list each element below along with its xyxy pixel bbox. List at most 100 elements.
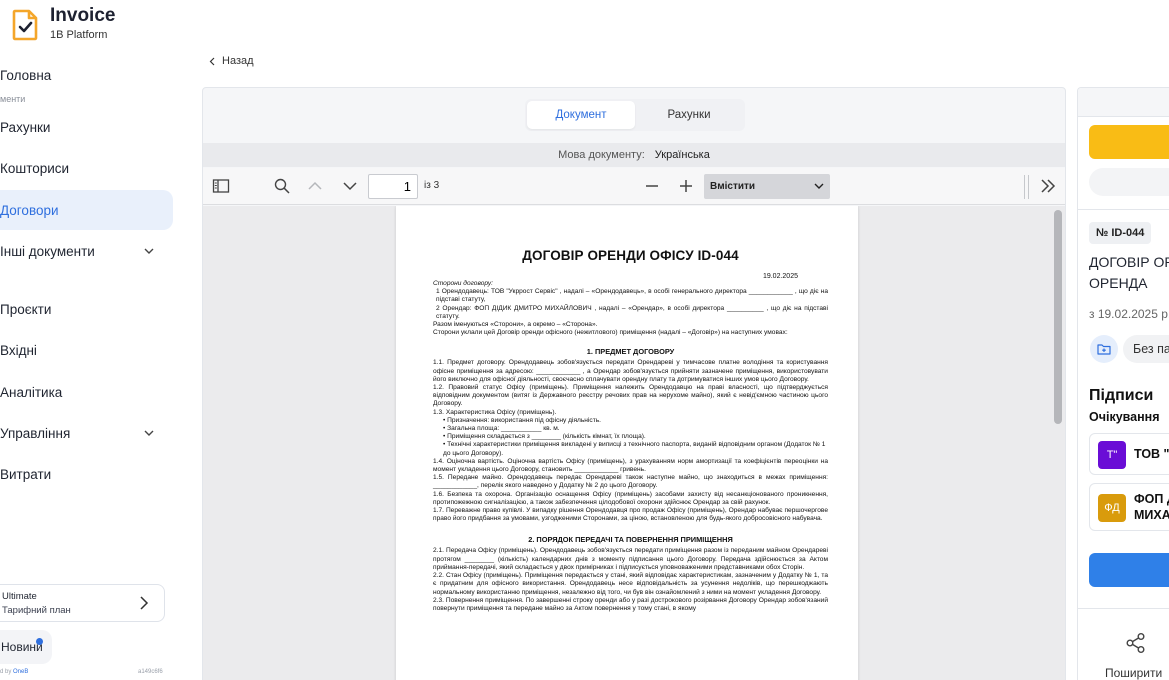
- chevron-up-icon[interactable]: [306, 177, 324, 195]
- primary-action-button[interactable]: [1089, 125, 1169, 159]
- zoom-in-icon[interactable]: [677, 177, 695, 195]
- sidebar-item-label: Проєкти: [0, 301, 52, 317]
- back-label: Назад: [222, 55, 254, 67]
- signer-name: ФОП ДІДИК ДМИТРО: [1134, 492, 1169, 506]
- document-name-line: ОРЕНДА: [1089, 275, 1148, 291]
- sidebar-item-label: Аналітика: [0, 384, 63, 400]
- chevron-down-icon: [144, 248, 154, 254]
- document-date-label: з 19.02.2025 р.: [1089, 307, 1169, 321]
- zoom-out-icon[interactable]: [643, 177, 661, 195]
- sidebar-nav: Головна менти Рахунки Кошториси Договори…: [0, 55, 190, 494]
- zoom-value: Вмістити: [710, 181, 756, 192]
- signer-card[interactable]: ФД ФОП ДІДИК ДМИТРО МИХАЙЛОВИЧ: [1089, 483, 1169, 531]
- document-line: 2.1. Передача Офісу (приміщень). Орендод…: [433, 547, 828, 571]
- document-title: ДОГОВІР ОРЕНДИ ОФІСУ ID-044: [522, 248, 739, 263]
- back-link[interactable]: Назад: [209, 55, 254, 67]
- sidebar-item-home[interactable]: Головна: [0, 55, 173, 95]
- chevron-down-icon[interactable]: [341, 177, 359, 195]
- brand-title: Invoice: [50, 5, 116, 26]
- zoom-select[interactable]: Вмістити: [704, 174, 830, 199]
- tab-invoices[interactable]: Рахунки: [635, 101, 743, 129]
- plan-card[interactable]: Ultimate Тарифний план: [0, 584, 165, 622]
- document-section-heading: 1. ПРЕДМЕТ ДОГОВОРУ: [586, 347, 675, 357]
- document-line: 2.3. Повернення приміщення. По завершенн…: [433, 596, 828, 612]
- document-line: 1.3. Характеристика Офісу (приміщень).: [433, 408, 557, 416]
- toolbar-separator: [1028, 175, 1029, 199]
- chevron-right-icon: [140, 596, 149, 610]
- sidebar-item-label: Вхідні: [0, 342, 37, 358]
- search-icon[interactable]: [273, 177, 291, 195]
- document-date: 19.02.2025: [762, 273, 798, 280]
- chevron-down-icon: [814, 183, 824, 189]
- language-bar: Мова документу: Українська: [203, 143, 1065, 167]
- share-icon[interactable]: [1125, 632, 1147, 654]
- divider: [1078, 209, 1169, 210]
- document-viewer: Документ Рахунки Мова документу: Українс…: [202, 87, 1066, 680]
- double-chevron-right-icon[interactable]: [1039, 177, 1057, 195]
- folder-button[interactable]: [1090, 335, 1118, 363]
- document-line: 2 Орендар: ФОП ДІДИК ДМИТРО МИХАЙЛОВИЧ ,…: [436, 304, 828, 320]
- powered-prefix: d by: [0, 669, 12, 675]
- folder-chip[interactable]: Без папки: [1123, 335, 1169, 363]
- document-section-heading: 2. ПОРЯДОК ПЕРЕДАЧІ ТА ПОВЕРНЕННЯ ПРИМІЩ…: [528, 535, 733, 545]
- waiting-label: Очікування: [1089, 410, 1160, 424]
- document-line: Разом іменуються «Сторони», а окремо – «…: [433, 321, 598, 329]
- share-label[interactable]: Поширити: [1105, 666, 1162, 680]
- chevron-left-icon: [209, 57, 215, 65]
- signer-name: МИХАЙЛОВИЧ: [1134, 508, 1169, 522]
- news-button[interactable]: Новини: [0, 630, 52, 664]
- sidebar-item-label: Договори: [0, 202, 59, 218]
- signer-card[interactable]: Т" ТОВ "Укррост Сервіс": [1089, 433, 1169, 475]
- sidebar-item-invoices[interactable]: Рахунки: [0, 107, 173, 147]
- powered-by: d by OneB: [0, 669, 28, 675]
- document-bullet: • Технічні характеристики приміщення вик…: [443, 441, 826, 457]
- sidebar-item-other-documents[interactable]: Інші документи: [0, 231, 173, 271]
- notification-dot: [36, 638, 43, 645]
- document-area[interactable]: ДОГОВІР ОРЕНДИ ОФІСУ ID-044 19.02.2025 С…: [203, 206, 1065, 680]
- sidebar-item-projects[interactable]: Проєкти: [0, 289, 173, 329]
- document-line: 1.5. Передане майно. Орендодавець переда…: [433, 474, 828, 490]
- bullet-text: Загальна площа: ___________ кв. м.: [447, 425, 560, 433]
- brand-subtitle: 1B Platform: [50, 29, 108, 41]
- tab-document[interactable]: Документ: [527, 101, 635, 129]
- divider: [1078, 608, 1169, 609]
- document-line: Сторони договору:: [433, 280, 494, 287]
- powered-brand: OneB: [13, 669, 29, 675]
- document-name: ДОГОВІР ОРЕНДИ ОФІСУ ОРЕНДА: [1089, 252, 1169, 294]
- viewer-tabs: Документ Рахунки: [525, 99, 745, 131]
- chevron-down-icon: [144, 430, 154, 436]
- signatures-heading: Підписи: [1089, 387, 1154, 404]
- document-page: ДОГОВІР ОРЕНДИ ОФІСУ ID-044 19.02.2025 С…: [396, 206, 858, 680]
- folder-plus-icon: [1097, 344, 1111, 355]
- page-number-input[interactable]: [368, 174, 418, 199]
- sidebar-item-label: Інші документи: [0, 243, 95, 259]
- brand[interactable]: Invoice 1B Platform: [12, 6, 115, 41]
- page-total: із 3: [424, 180, 440, 191]
- sidebar-item-expenses[interactable]: Витрати: [0, 454, 173, 494]
- sidebar-item-contracts[interactable]: Договори: [0, 190, 173, 230]
- document-line: Сторони уклали цей Договір оренди офісно…: [433, 329, 788, 337]
- sidebar-item-label: Витрати: [0, 466, 52, 482]
- sidebar-item-analytics[interactable]: Аналітика: [0, 372, 173, 412]
- sidebar-item-label: Рахунки: [0, 119, 51, 135]
- sign-button[interactable]: [1089, 553, 1169, 587]
- signer-name: ТОВ "Укррост Сервіс": [1134, 447, 1169, 461]
- sidebar-toggle-icon[interactable]: [212, 177, 230, 195]
- bullet-text: Призначення: використання під офісну дія…: [447, 416, 601, 424]
- document-details-panel: № ID-044 ДОГОВІР ОРЕНДИ ОФІСУ ОРЕНДА з 1…: [1077, 87, 1169, 680]
- document-line: 1.7. Переважне право купівлі. У випадку …: [433, 507, 828, 523]
- panel-header: [1078, 88, 1169, 117]
- version-label: a149c6f6: [138, 669, 163, 675]
- avatar: Т": [1098, 441, 1126, 469]
- invoice-logo-icon: [12, 9, 38, 41]
- document-line: 2.2. Стан Офісу (приміщень). Приміщення …: [433, 572, 828, 596]
- bullet-text: Технічні характеристики приміщення викла…: [443, 441, 826, 457]
- secondary-action-button[interactable]: [1089, 168, 1169, 196]
- sidebar-item-management[interactable]: Управління: [0, 413, 173, 453]
- scrollbar[interactable]: [1054, 210, 1062, 424]
- avatar: ФД: [1098, 494, 1126, 522]
- sidebar-section-documents: менти: [0, 94, 26, 104]
- sidebar-item-estimates[interactable]: Кошториси: [0, 148, 173, 188]
- sidebar-item-incoming[interactable]: Вхідні: [0, 330, 173, 370]
- language-label: Мова документу:: [558, 149, 645, 161]
